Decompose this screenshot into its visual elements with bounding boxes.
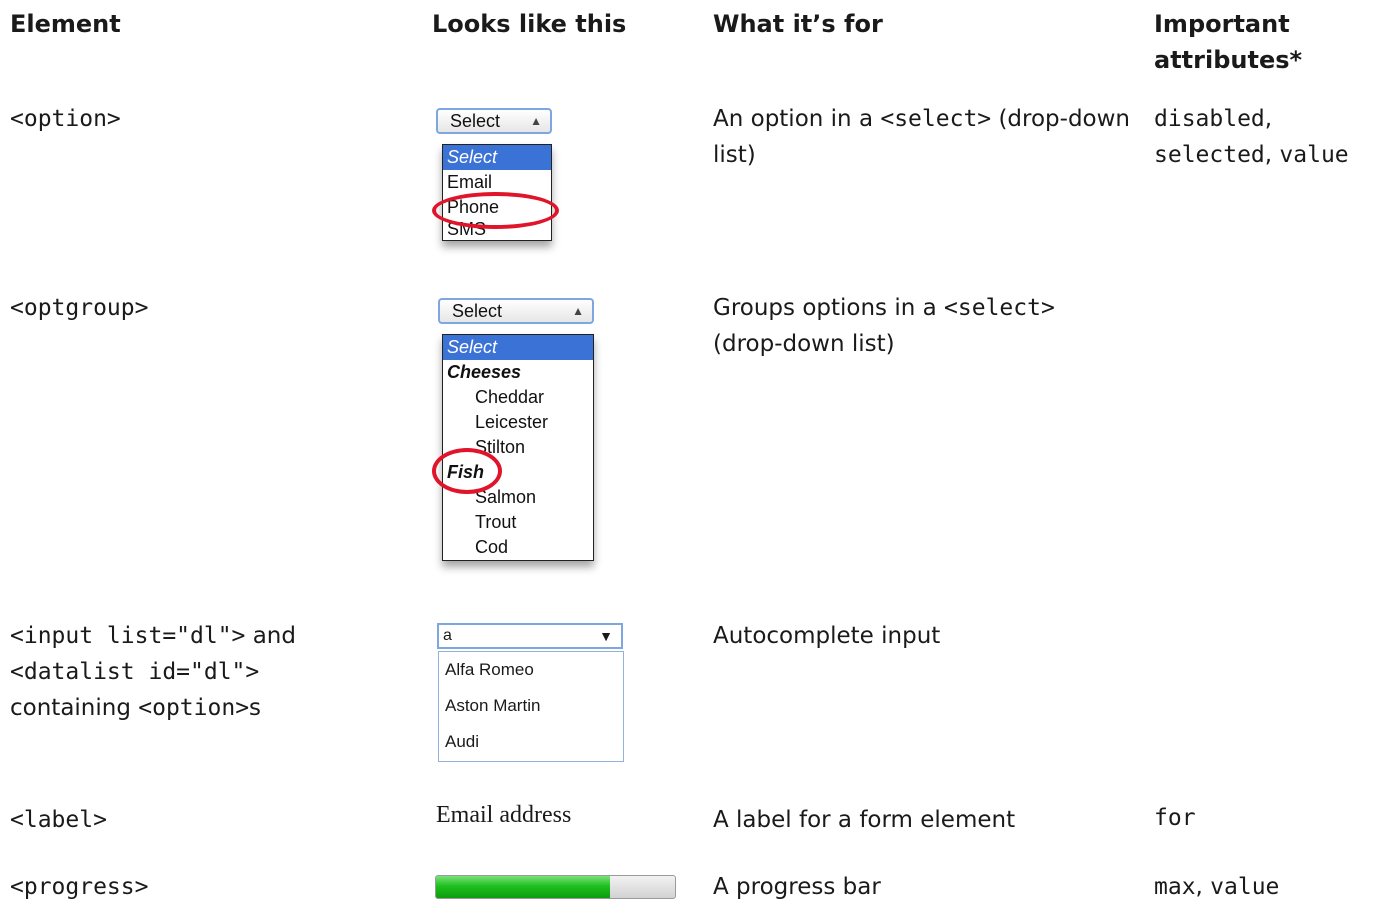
select-box[interactable]: Select ▲ xyxy=(436,108,552,134)
list-item[interactable]: Leicester xyxy=(443,410,593,435)
list-item[interactable]: Alfa Romeo xyxy=(439,652,623,688)
purpose-datalist: Autocomplete input xyxy=(713,623,941,649)
element-datalist: <input list="dl"> and <datalist id="dl">… xyxy=(10,623,296,721)
element-label: <label> xyxy=(10,807,107,833)
progress-fill xyxy=(436,876,611,898)
list-item[interactable]: Cod xyxy=(443,535,593,560)
purpose-label: A label for a form element xyxy=(713,807,1016,833)
select-box[interactable]: Select ▲ xyxy=(438,298,594,324)
label-demo: Email address xyxy=(436,802,572,828)
option-demo: Select ▲ Select Email Phone SMS xyxy=(430,108,560,258)
element-optgroup: <optgroup> xyxy=(10,295,149,321)
purpose-option: An option in a <select> (drop-down list) xyxy=(713,106,1131,168)
list-item[interactable]: Cheddar xyxy=(443,385,593,410)
autocomplete-input[interactable]: a ▼ xyxy=(437,623,623,649)
list-item[interactable]: Aston Martin xyxy=(439,688,623,724)
list-item[interactable]: Trout xyxy=(443,510,593,535)
element-option: <option> xyxy=(10,106,121,132)
element-progress: <progress> xyxy=(10,874,149,900)
attributes-option: disabled, selected, value xyxy=(1154,106,1349,168)
attributes-label: for xyxy=(1154,805,1196,831)
list-item[interactable]: Audi xyxy=(439,724,623,760)
header-looks: Looks like this xyxy=(432,10,627,38)
group-label: Cheeses xyxy=(447,362,522,382)
datalist-suggestions: Alfa Romeo Aston Martin Audi xyxy=(438,651,624,762)
highlight-circle xyxy=(432,448,502,494)
purpose-optgroup: Groups options in a <select> (drop-down … xyxy=(713,295,1055,357)
header-attributes: Important attributes* xyxy=(1154,10,1303,74)
attributes-progress: max, value xyxy=(1154,874,1280,900)
progress-demo xyxy=(435,875,676,899)
dropdown-arrow-icon: ▼ xyxy=(599,628,613,644)
header-purpose: What it’s for xyxy=(713,10,883,38)
purpose-progress: A progress bar xyxy=(713,874,881,900)
list-item[interactable]: Select xyxy=(443,335,593,360)
list-item[interactable]: Select xyxy=(443,145,551,170)
optgroup-demo: Select ▲ Select Cheeses Cheddar Leiceste… xyxy=(432,298,602,578)
updown-arrow-icon: ▲ xyxy=(530,114,542,128)
updown-arrow-icon: ▲ xyxy=(572,304,584,318)
header-element: Element xyxy=(10,10,121,38)
highlight-circle xyxy=(432,192,559,229)
